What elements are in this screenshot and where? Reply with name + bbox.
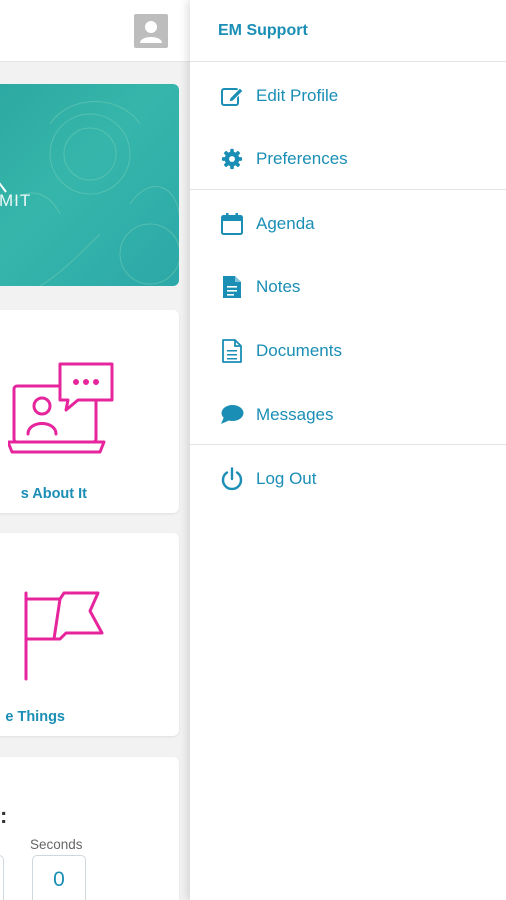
calendar-icon [220, 212, 244, 236]
divider [190, 61, 506, 62]
seconds-value: 0 [32, 855, 86, 900]
avatar[interactable] [134, 14, 168, 48]
gear-icon [220, 147, 244, 171]
floral-pattern-icon [0, 101, 179, 286]
user-icon [140, 21, 162, 43]
power-icon [220, 467, 244, 491]
chat-bubble-icon [220, 403, 244, 427]
menu-item-agenda[interactable]: Agenda [190, 200, 506, 248]
divider [190, 189, 506, 190]
menu-item-documents[interactable]: Documents [190, 327, 506, 375]
menu-item-log-out[interactable]: Log Out [190, 455, 506, 503]
menu-item-notes[interactable]: Notes [190, 263, 506, 311]
card-caption: s About It [20, 486, 87, 502]
menu-item-preferences[interactable]: Preferences [190, 135, 506, 183]
hero-logo-text: MIT [0, 191, 32, 210]
drawer-title: EM Support [218, 22, 308, 39]
feature-card-talk[interactable]: s About It [0, 310, 179, 513]
side-drawer: EM Support Edit Profile Preferences Agen… [190, 0, 506, 900]
video-chat-icon [8, 362, 114, 454]
flag-icon [24, 591, 104, 681]
menu-label: Messages [256, 405, 334, 424]
menu-label: Preferences [256, 149, 348, 168]
menu-label: Documents [256, 341, 342, 360]
countdown-box-partial [0, 855, 4, 900]
feature-card-things[interactable]: e Things [0, 533, 179, 736]
menu-label: Edit Profile [256, 86, 339, 105]
countdown-colon: : [0, 803, 8, 828]
app-header [0, 0, 190, 62]
menu-label: Agenda [256, 214, 315, 233]
card-caption: e Things [5, 709, 65, 725]
hero-banner[interactable]: MIT [0, 84, 179, 286]
menu-item-edit-profile[interactable]: Edit Profile [190, 72, 506, 120]
document-icon [220, 339, 244, 363]
menu-label: Log Out [256, 469, 317, 488]
seconds-label: Seconds [30, 837, 83, 852]
divider [190, 444, 506, 445]
menu-label: Notes [256, 277, 301, 296]
edit-icon [220, 84, 244, 108]
menu-item-messages[interactable]: Messages [190, 391, 506, 439]
countdown-card: : Seconds 0 [0, 757, 179, 900]
note-icon [220, 275, 244, 299]
background-screen: MIT s About It e Things: Seconds 0 [0, 0, 190, 900]
